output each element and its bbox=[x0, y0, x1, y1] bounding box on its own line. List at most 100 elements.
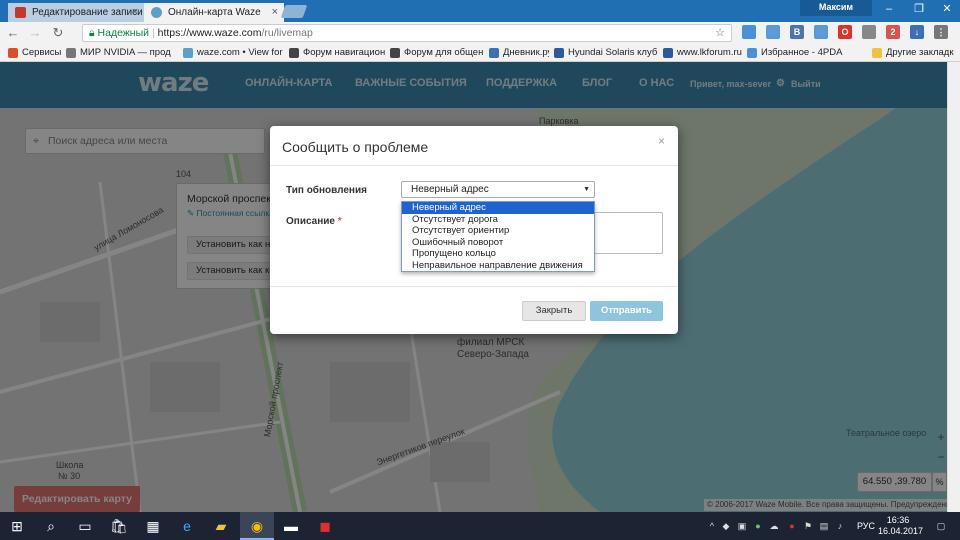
tray-chat-icon[interactable]: ● bbox=[752, 520, 764, 532]
task-view-icon[interactable]: ▭ bbox=[68, 512, 102, 540]
send-button[interactable]: Отправить bbox=[590, 301, 663, 321]
bookmark-item[interactable]: Другие закладки bbox=[872, 46, 954, 60]
browser-toolbar: ← → ↻ 🔒︎ Надежный | https://www.waze.com… bbox=[0, 22, 960, 44]
notifications-icon[interactable]: ▢ bbox=[935, 520, 947, 532]
divider bbox=[270, 286, 678, 287]
bookmark-favicon-icon bbox=[489, 48, 499, 58]
bookmark-label: Другие закладки bbox=[886, 47, 954, 58]
dropdown-option[interactable]: Ошибочный поворот bbox=[402, 237, 594, 249]
close-button[interactable]: Закрыть bbox=[522, 301, 586, 321]
tray-network-icon[interactable]: ▤ bbox=[818, 520, 830, 532]
bookmark-star-icon[interactable]: ☆ bbox=[715, 25, 725, 41]
bookmark-label: Форум для общения bbox=[404, 47, 484, 58]
address-bar[interactable]: 🔒︎ Надежный | https://www.waze.com/ru/li… bbox=[82, 24, 732, 42]
start-icon[interactable]: ⊞ bbox=[0, 512, 34, 540]
bookmark-label: МИР NVIDIA — прод bbox=[80, 47, 171, 58]
dialog-title: Сообщить о проблеме bbox=[282, 139, 429, 155]
bookmark-item[interactable]: МИР NVIDIA — прод bbox=[66, 46, 178, 60]
profile-button[interactable]: Максим bbox=[800, 0, 872, 16]
bookmark-label: Форум навигационн bbox=[303, 47, 385, 58]
bookmark-item[interactable]: Hyundai Solaris клуб bbox=[554, 46, 658, 60]
menu-icon[interactable]: ⋮ bbox=[934, 25, 948, 39]
bookmark-label: www.lkforum.ru bbox=[677, 47, 742, 58]
calculator-icon[interactable]: ▦ bbox=[136, 512, 170, 540]
bookmark-label: Дневник.ру bbox=[503, 47, 549, 58]
bookmark-favicon-icon bbox=[8, 48, 18, 58]
app-icon[interactable]: ◼ bbox=[308, 512, 342, 540]
cloud-icon[interactable] bbox=[742, 25, 756, 39]
tab-waze-map[interactable]: Онлайн-карта Waze × bbox=[144, 3, 284, 22]
bookmark-label: waze.com • View foru bbox=[197, 47, 283, 58]
file-explorer-icon[interactable]: ▰ bbox=[204, 512, 238, 540]
tab-close-icon[interactable]: × bbox=[132, 3, 138, 22]
bookmark-label: Hyundai Solaris клуб bbox=[568, 47, 658, 58]
bookmark-item[interactable]: waze.com • View foru bbox=[183, 46, 283, 60]
chrome-icon[interactable]: ◉ bbox=[240, 512, 274, 540]
tray-volume-icon[interactable]: ♪ bbox=[834, 520, 846, 532]
dropdown-option[interactable]: Отсутствует дорога bbox=[402, 214, 594, 226]
badge-icon[interactable]: 2 bbox=[886, 25, 900, 39]
tray-security-icon[interactable]: ◆ bbox=[720, 520, 732, 532]
bookmark-favicon-icon bbox=[554, 48, 564, 58]
dropdown-option[interactable]: Отсутствует ориентир bbox=[402, 225, 594, 237]
page-scrollbar[interactable] bbox=[947, 62, 960, 512]
tab-favicon-icon bbox=[15, 7, 26, 18]
forward-icon[interactable]: → bbox=[27, 25, 43, 41]
bookmark-favicon-icon bbox=[747, 48, 757, 58]
bookmark-item[interactable]: Сервисы bbox=[8, 46, 64, 60]
bookmark-label: Избранное - 4PDA bbox=[761, 47, 843, 58]
bookmark-favicon-icon bbox=[289, 48, 299, 58]
restore-button[interactable]: ❐ bbox=[904, 0, 934, 20]
bookmark-item[interactable]: Избранное - 4PDA bbox=[747, 46, 867, 60]
close-window-button[interactable]: ✕ bbox=[932, 0, 960, 20]
tab-favicon-icon bbox=[151, 7, 162, 18]
bookmark-favicon-icon bbox=[872, 48, 882, 58]
tab-edit-post[interactable]: Редактирование записи × bbox=[8, 3, 144, 22]
vk-icon[interactable]: В bbox=[790, 25, 804, 39]
terminal-icon[interactable]: ▬ bbox=[274, 512, 308, 540]
dropdown-option[interactable]: Пропущено кольцо bbox=[402, 248, 594, 260]
opera-icon[interactable]: O bbox=[838, 25, 852, 39]
dropdown-option[interactable]: Неверный адрес bbox=[402, 202, 594, 214]
windows-taskbar: ⊞ ⌕ ▭ 🛍︎ ▦ e ▰ ◉ ▬ ◼ ^ ◆ ▣ ● ☁ ● ⚑ ▤ ♪ Р… bbox=[0, 512, 960, 540]
extension-icon[interactable] bbox=[862, 25, 876, 39]
update-type-dropdown: Неверный адрес Отсутствует дорога Отсутств… bbox=[401, 201, 595, 272]
bookmark-item[interactable]: Форум для общения bbox=[390, 46, 484, 60]
tray-app-icon[interactable]: ▣ bbox=[736, 520, 748, 532]
bookmark-favicon-icon bbox=[390, 48, 400, 58]
minimize-button[interactable]: – bbox=[874, 0, 904, 20]
tray-cloud-icon[interactable]: ☁ bbox=[768, 520, 780, 532]
translate-icon[interactable] bbox=[814, 25, 828, 39]
selected-value: Неверный адрес bbox=[411, 184, 489, 195]
tray-flag-icon[interactable]: ⚑ bbox=[802, 520, 814, 532]
tab-close-icon[interactable]: × bbox=[272, 3, 278, 22]
dropdown-option[interactable]: Неправильное направление движения bbox=[402, 260, 594, 272]
tray-arrow-icon[interactable]: ^ bbox=[706, 520, 718, 532]
bookmark-favicon-icon bbox=[663, 48, 673, 58]
tab-title: Онлайн-карта Waze bbox=[168, 7, 261, 18]
security-label: Надежный bbox=[97, 27, 150, 39]
clock-date: 16.04.2017 bbox=[878, 526, 924, 536]
bookmark-item[interactable]: www.lkforum.ru bbox=[663, 46, 743, 60]
clock[interactable]: 16:36 16.04.2017 bbox=[878, 515, 924, 537]
tray-opera-icon[interactable]: ● bbox=[786, 520, 798, 532]
divider bbox=[270, 165, 678, 166]
search-icon[interactable]: ⌕ bbox=[34, 512, 68, 540]
update-type-label: Тип обновления bbox=[286, 185, 367, 196]
reload-icon[interactable]: ↻ bbox=[50, 25, 66, 41]
store-icon[interactable]: 🛍︎ bbox=[102, 512, 136, 540]
edge-icon[interactable]: e bbox=[170, 512, 204, 540]
close-icon[interactable]: × bbox=[658, 134, 665, 148]
update-type-select[interactable]: Неверный адрес ▼ bbox=[401, 181, 595, 198]
mail-icon[interactable] bbox=[766, 25, 780, 39]
url-path: /ru/livemap bbox=[261, 27, 313, 39]
new-tab-button[interactable] bbox=[280, 5, 308, 18]
tab-title: Редактирование записи bbox=[32, 7, 143, 18]
back-icon[interactable]: ← bbox=[5, 25, 21, 41]
download-icon[interactable]: ↓ bbox=[910, 25, 924, 39]
clock-time: 16:36 bbox=[886, 515, 910, 525]
bookmark-item[interactable]: Форум навигационн bbox=[289, 46, 385, 60]
dropdown-arrow-icon: ▼ bbox=[583, 186, 590, 193]
language-indicator[interactable]: РУС bbox=[857, 521, 875, 531]
bookmark-item[interactable]: Дневник.ру bbox=[489, 46, 549, 60]
